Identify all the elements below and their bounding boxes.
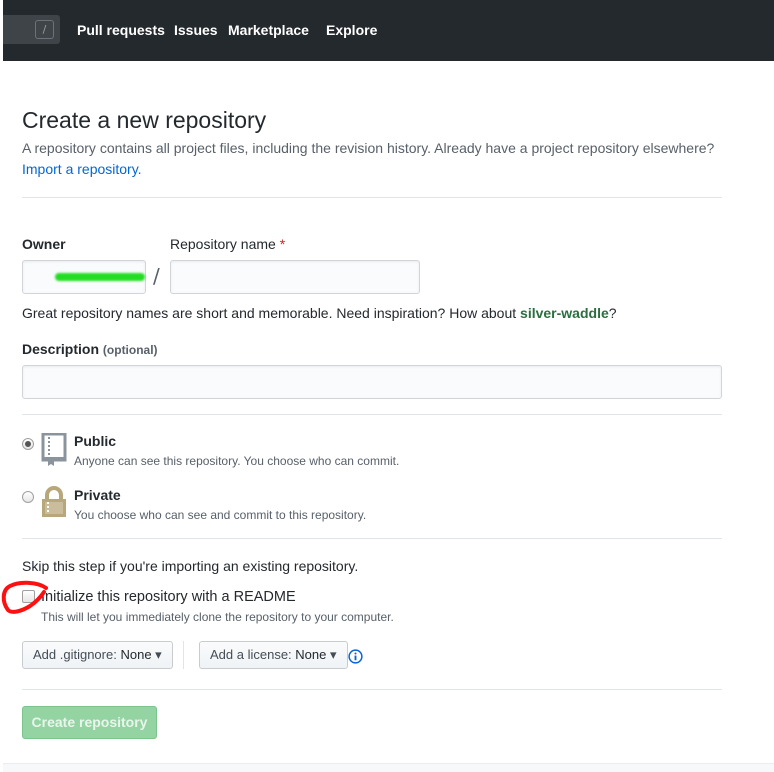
- info-icon[interactable]: [348, 649, 363, 664]
- nav-pull-requests[interactable]: Pull requests: [77, 22, 165, 38]
- public-radio[interactable]: [22, 438, 34, 450]
- search-box[interactable]: /: [3, 15, 60, 44]
- caret-down-icon: ▾: [330, 647, 337, 662]
- name-hint: Great repository names are short and mem…: [22, 305, 617, 321]
- owner-label: Owner: [22, 236, 66, 252]
- red-circle-annotation: [1, 580, 48, 614]
- redaction-scribble: [55, 273, 145, 281]
- radio-selected-dot: [25, 441, 31, 447]
- private-description: You choose who can see and commit to thi…: [74, 508, 367, 522]
- import-repository-link[interactable]: Import a repository.: [22, 161, 142, 177]
- repository-name-input[interactable]: [170, 260, 420, 294]
- nav-issues[interactable]: Issues: [174, 22, 218, 38]
- description-label-text: Description: [22, 341, 100, 357]
- book-icon: [41, 433, 67, 466]
- private-label[interactable]: Private: [74, 487, 121, 503]
- readme-label[interactable]: Initialize this repository with a README: [41, 589, 296, 605]
- skip-note: Skip this step if you're importing an ex…: [22, 558, 359, 574]
- gitignore-dropdown[interactable]: Add .gitignore: None ▾: [22, 641, 173, 669]
- public-label[interactable]: Public: [74, 433, 116, 449]
- divider: [22, 414, 722, 415]
- repo-name-label-text: Repository name: [170, 236, 276, 252]
- license-dropdown[interactable]: Add a license: None ▾: [199, 641, 348, 669]
- license-prefix: Add a license:: [210, 647, 292, 662]
- divider: [22, 538, 722, 539]
- gitignore-value: None: [120, 647, 152, 662]
- divider: [22, 197, 722, 198]
- required-mark: *: [279, 236, 286, 252]
- private-radio[interactable]: [22, 491, 34, 503]
- top-nav: / Pull requests Issues Marketplace Explo…: [3, 0, 774, 61]
- owner-repo-separator: /: [153, 264, 160, 288]
- license-value: None: [295, 647, 327, 662]
- search-shortcut-key: /: [35, 20, 54, 39]
- nav-marketplace[interactable]: Marketplace: [228, 22, 309, 38]
- public-description: Anyone can see this repository. You choo…: [74, 454, 400, 468]
- divider-vertical: [183, 641, 184, 669]
- hint-suffix: ?: [608, 305, 617, 321]
- page-description: A repository contains all project files,…: [22, 140, 715, 156]
- gitignore-prefix: Add .gitignore:: [33, 647, 117, 662]
- owner-select[interactable]: [22, 260, 146, 294]
- lock-icon: [42, 486, 66, 517]
- description-input[interactable]: [22, 365, 722, 399]
- footer-edge: [3, 763, 774, 772]
- divider: [22, 689, 722, 690]
- suggested-name[interactable]: silver-waddle: [520, 305, 609, 321]
- caret-down-icon: ▾: [155, 647, 162, 662]
- hint-text: Great repository names are short and mem…: [22, 305, 517, 321]
- description-label: Description (optional): [22, 341, 158, 357]
- repo-name-label: Repository name *: [170, 236, 285, 252]
- optional-note: (optional): [102, 343, 158, 357]
- page-title: Create a new repository: [22, 107, 267, 133]
- nav-explore[interactable]: Explore: [326, 22, 377, 38]
- readme-description: This will let you immediately clone the …: [41, 610, 394, 624]
- create-repository-button[interactable]: Create repository: [22, 706, 157, 739]
